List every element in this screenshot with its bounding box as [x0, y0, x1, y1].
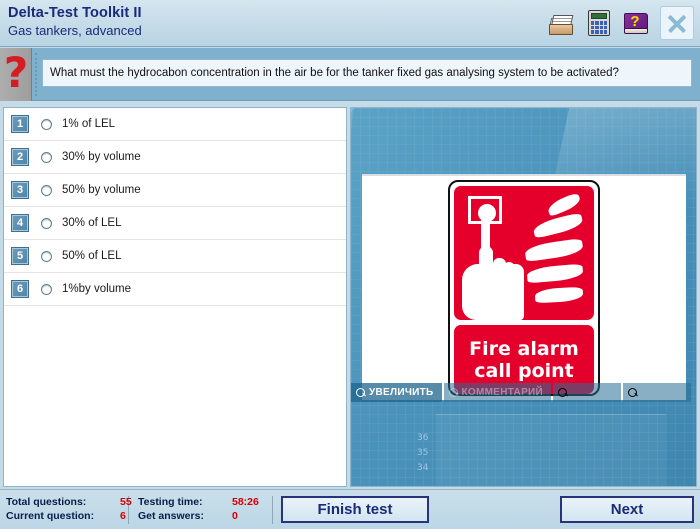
next-button[interactable]: Next [560, 496, 694, 523]
flame-icon [523, 192, 589, 314]
get-answers-value: 0 [232, 510, 238, 522]
comment-button[interactable]: КОММЕНТАРИЙ [443, 383, 552, 402]
sign-caption-line1: Fire alarm [469, 337, 579, 360]
zoom-image-label: УВЕЛИЧИТЬ [369, 387, 434, 398]
answer-option-3[interactable]: 3 50% by volume [4, 174, 346, 207]
status-bar: Total questions: 55 Current question: 6 … [0, 489, 700, 529]
blueprint-scale-numbers: 36 35 34 [417, 433, 429, 473]
sign-caption: Fire alarm call point [469, 338, 579, 382]
blueprint-block [436, 414, 666, 486]
answer-label: 30% of LEL [62, 217, 122, 229]
help-book-icon[interactable]: ? [621, 8, 651, 38]
question-counters: Total questions: 55 Current question: 6 [6, 495, 132, 523]
illustration-panel: 36 35 34 Fire alarm call point УВЕЛИЧИТЬ… [350, 107, 697, 487]
sign-image-card: Fire alarm call point [362, 174, 686, 400]
magnifier-icon [558, 388, 568, 397]
testing-time-value: 58:26 [232, 496, 259, 508]
total-questions-value: 55 [120, 496, 132, 508]
app-title: Delta-Test Toolkit II [8, 5, 142, 21]
answer-radio[interactable] [41, 283, 52, 295]
question-marker-panel: ? [0, 48, 32, 101]
answer-radio[interactable] [41, 184, 52, 196]
answer-number-badge: 5 [11, 247, 29, 265]
answer-number-badge: 2 [11, 148, 29, 166]
calculator-icon[interactable] [584, 8, 614, 38]
fire-alarm-sign: Fire alarm call point [448, 180, 600, 396]
cardfile-icon[interactable] [547, 8, 577, 38]
answer-option-6[interactable]: 6 1%by volume [4, 273, 346, 306]
zoom-image-button[interactable]: УВЕЛИЧИТЬ [351, 383, 442, 402]
get-answers-label: Get answers: [138, 510, 204, 522]
sign-pictogram [454, 186, 594, 320]
question-box-frame: What must the hydrocabon concentration i… [35, 53, 692, 96]
current-question-value: 6 [120, 510, 126, 522]
magnifier-icon [356, 388, 365, 397]
answer-label: 1%by volume [62, 283, 132, 295]
finish-test-button[interactable]: Finish test [281, 496, 429, 523]
image-tool-3[interactable] [553, 383, 622, 402]
question-text: What must the hydrocabon concentration i… [50, 67, 619, 79]
app-subtitle: Gas tankers, advanced [8, 23, 142, 38]
app-header: Delta-Test Toolkit II Gas tankers, advan… [0, 0, 700, 47]
testing-time-label: Testing time: [138, 496, 203, 508]
title-block: Delta-Test Toolkit II Gas tankers, advan… [8, 4, 142, 39]
question-bar: ? What must the hydrocabon concentration… [0, 48, 700, 101]
answer-number-badge: 4 [11, 214, 29, 232]
answer-label: 50% of LEL [62, 250, 122, 262]
answer-radio[interactable] [41, 217, 52, 229]
answers-panel[interactable]: 1 1% of LEL 2 30% by volume 3 50% by vol… [3, 107, 347, 487]
time-counters: Testing time: 58:26 Get answers: 0 [138, 495, 259, 523]
sign-caption-line2: call point [474, 359, 574, 382]
question-mark-icon: ? [3, 48, 29, 97]
image-toolbar: УВЕЛИЧИТЬ КОММЕНТАРИЙ [351, 383, 696, 402]
answer-option-5[interactable]: 5 50% of LEL [4, 240, 346, 273]
answer-number-badge: 6 [11, 280, 29, 298]
answer-number-badge: 1 [11, 115, 29, 133]
application-window: Delta-Test Toolkit II Gas tankers, advan… [0, 0, 700, 529]
header-toolbar: ? [547, 6, 694, 40]
current-question-label: Current question: [6, 510, 95, 522]
help-question-glyph: ? [630, 13, 640, 30]
magnifier-icon [628, 388, 638, 397]
answer-radio[interactable] [41, 118, 52, 130]
answer-option-4[interactable]: 4 30% of LEL [4, 207, 346, 240]
image-tool-4[interactable] [623, 383, 692, 402]
answer-label: 50% by volume [62, 184, 141, 196]
answer-option-2[interactable]: 2 30% by volume [4, 141, 346, 174]
answer-label: 1% of LEL [62, 118, 116, 130]
answer-radio[interactable] [41, 151, 52, 163]
answer-radio[interactable] [41, 250, 52, 262]
answer-label: 30% by volume [62, 151, 141, 163]
comment-label: КОММЕНТАРИЙ [461, 387, 544, 398]
total-questions-label: Total questions: [6, 496, 87, 508]
answer-option-1[interactable]: 1 1% of LEL [4, 108, 346, 141]
question-box: What must the hydrocabon concentration i… [42, 59, 692, 87]
close-icon[interactable] [660, 6, 694, 40]
magnifier-icon [448, 388, 458, 397]
hand-icon [462, 246, 524, 320]
answer-number-badge: 3 [11, 181, 29, 199]
status-divider-2 [272, 496, 273, 524]
